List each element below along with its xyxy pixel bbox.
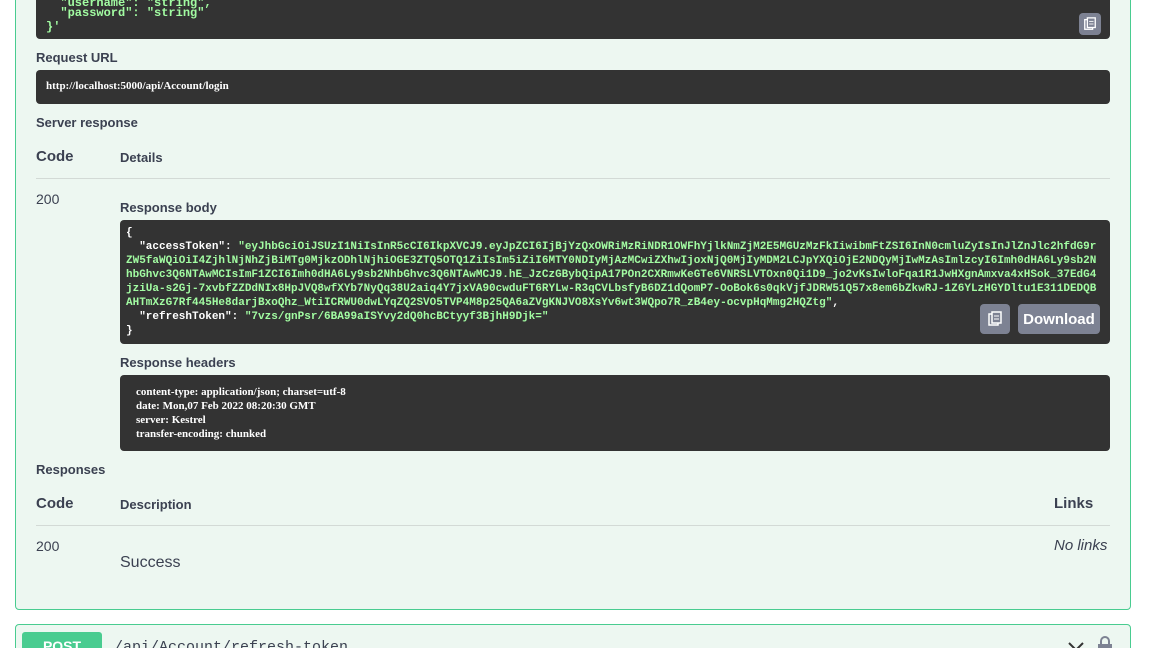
header-line: date: Mon,07 Feb 2022 08:20:30 GMT <box>136 400 316 412</box>
body-close-brace: } <box>126 325 133 337</box>
method-badge: POST <box>22 632 102 648</box>
server-response-title: Server response <box>36 115 138 130</box>
body-open-brace: { <box>126 227 133 239</box>
body-access-token-line: "accessToken": "eyJhbGciOiJSUzI1NiIsInR5… <box>126 240 1104 310</box>
response-body-title: Response body <box>120 200 217 215</box>
responses-divider <box>36 525 1110 526</box>
access-token-value: "eyJhbGciOiJSUzI1NiIsInR5cCI6IkpXVCJ9.ey… <box>126 241 1097 309</box>
response-headers-title: Response headers <box>120 355 236 370</box>
body-refresh-token-line: "refreshToken": "7vzs/gnPsr/6BA99aISYvy2… <box>126 310 1104 324</box>
curl-line-close: }' <box>46 20 61 34</box>
responses-title: Responses <box>36 462 106 477</box>
access-token-key: "accessToken": <box>126 241 239 253</box>
response-code: 200 <box>36 538 60 554</box>
header-line: content-type: application/json; charset=… <box>136 386 346 398</box>
request-url-title: Request URL <box>36 50 118 65</box>
post-refresh-token-opblock[interactable]: POST /api/Account/refresh-token <box>15 624 1131 648</box>
server-response-code-header: Code <box>36 148 74 165</box>
responses-code-header: Code <box>36 495 74 512</box>
server-response-divider <box>36 178 1110 179</box>
response-links: No links <box>1054 537 1108 554</box>
curl-password-value: "string" <box>146 6 205 20</box>
curl-line-password: "password": "string" <box>46 6 204 20</box>
response-body-block: { "accessToken": "eyJhbGciOiJSUzI1NiIsIn… <box>120 220 1110 344</box>
header-line: transfer-encoding: chunked <box>136 428 267 440</box>
header-line: server: Kestrel <box>136 414 206 426</box>
operation-path: /api/Account/refresh-token <box>114 639 349 648</box>
responses-links-header: Links <box>1054 495 1094 512</box>
server-response-code: 200 <box>36 191 60 207</box>
responses-description-header: Description <box>120 497 192 512</box>
server-response-details-header: Details <box>120 150 163 165</box>
refresh-token-value: "7vzs/gnPsr/6BA99aISYvy2dQ0hcBCtyyf3BjhH… <box>244 311 549 323</box>
access-token-comma: , <box>832 297 839 309</box>
request-url-value: http://localhost:5000/api/Account/login <box>36 70 1110 104</box>
download-button[interactable]: Download <box>1018 304 1100 334</box>
response-description: Success <box>120 554 181 571</box>
response-headers-block: content-type: application/json; charset=… <box>120 375 1110 451</box>
refresh-token-key: "refreshToken": <box>126 311 245 323</box>
lock-icon[interactable] <box>1096 635 1114 648</box>
copy-icon <box>1084 17 1096 30</box>
copy-icon <box>988 311 1002 326</box>
chevron-down-icon[interactable] <box>1066 637 1086 648</box>
copy-response-button[interactable] <box>980 304 1010 334</box>
curl-code-block: "username": "string", "password": "strin… <box>36 0 1110 39</box>
copy-curl-button[interactable] <box>1079 13 1101 35</box>
curl-password-key: "password": <box>46 6 147 20</box>
